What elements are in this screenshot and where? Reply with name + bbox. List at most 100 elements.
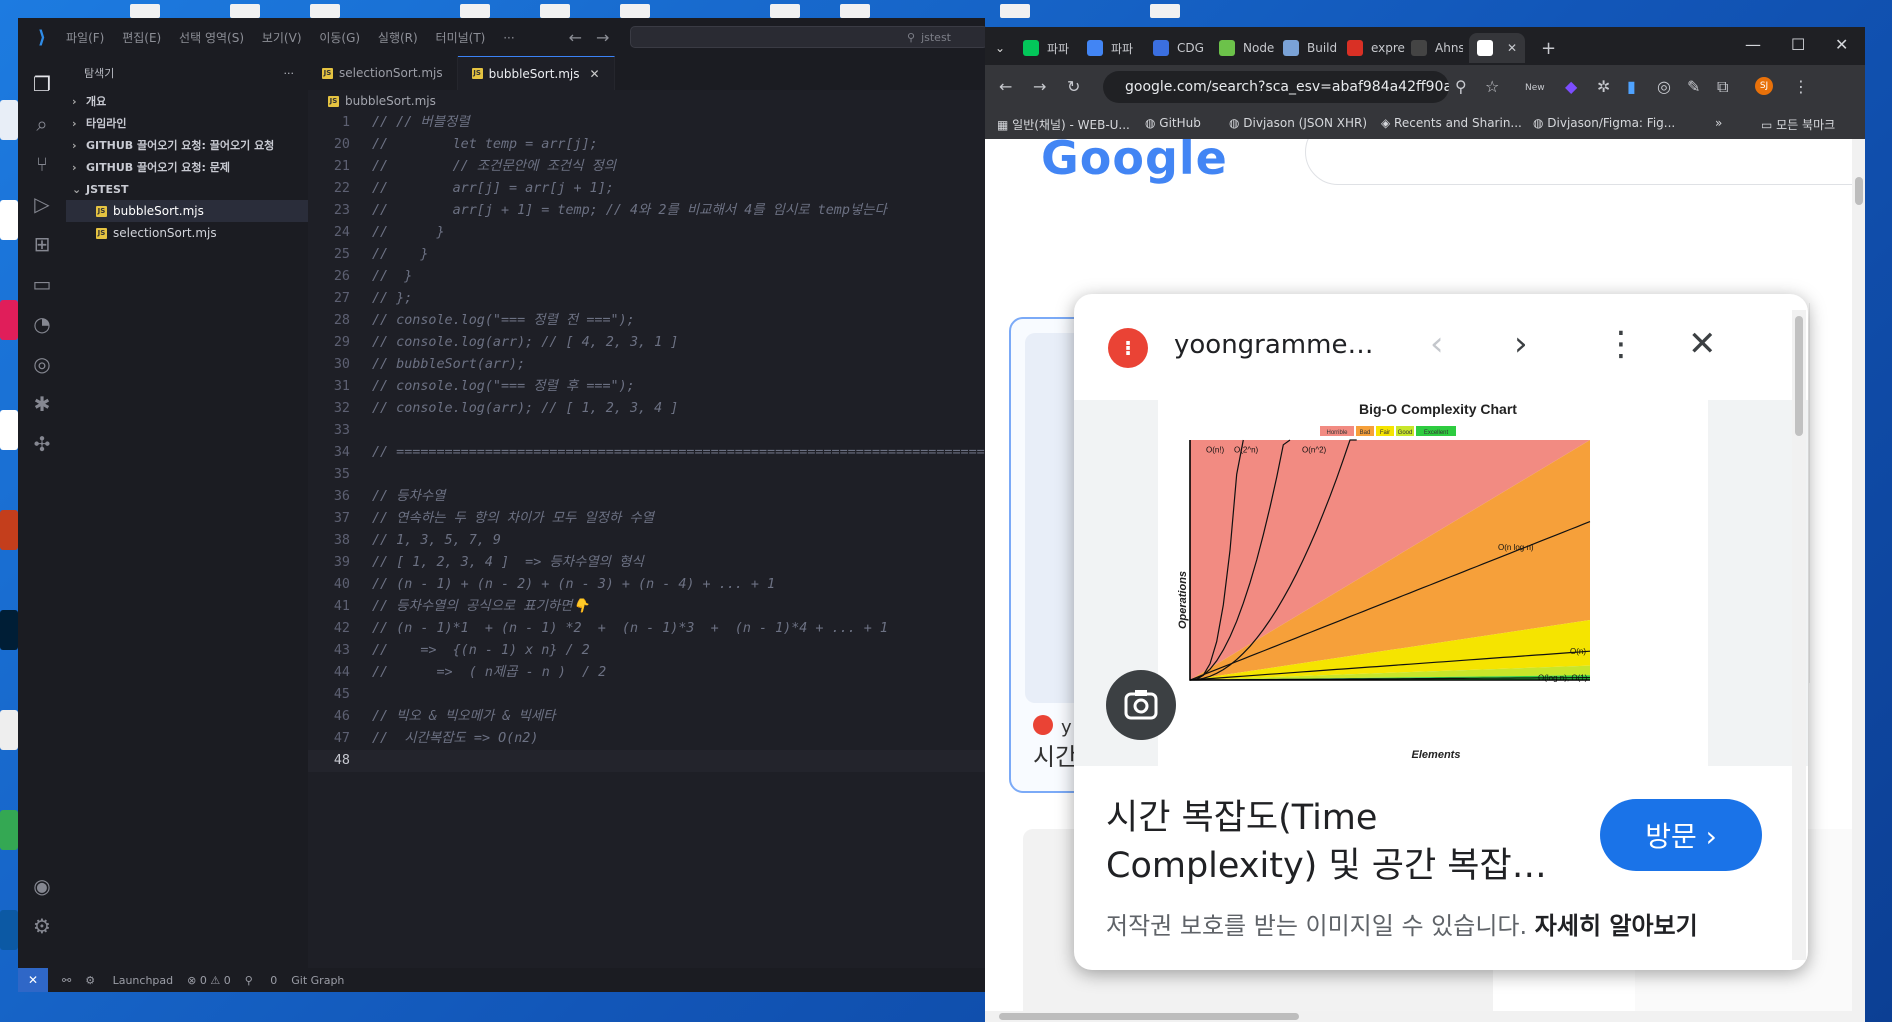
extension-icon[interactable]: ▮ [1627,77,1636,96]
file-item-bubblesort[interactable]: JS bubbleSort.mjs [66,200,308,222]
code-line[interactable]: 41 // 등차수열의 공식으로 표기하면👇 [308,596,985,618]
code-line[interactable]: 42 // (n - 1)*1 + (n - 1) *2 + (n - 1)*3 … [308,618,985,640]
code-line[interactable]: 22 // arr[j] = arr[j + 1]; [308,178,985,200]
close-window-icon[interactable]: ✕ [1835,35,1848,54]
next-image-icon[interactable]: › [1514,324,1528,364]
menu-edit[interactable]: 편집(E) [122,31,161,45]
browser-tab[interactable]: 파파 [1087,33,1147,63]
edge-shortcut-icon[interactable] [0,910,18,950]
code-line[interactable]: 30 // bubbleSort(arr); [308,354,985,376]
menu-selection[interactable]: 선택 영역(S) [179,31,244,45]
explorer-more-button[interactable]: ··· [284,67,295,80]
extension-icon[interactable]: ✎ [1687,77,1700,96]
run-debug-icon[interactable]: ▷ [18,184,66,224]
menu-file[interactable]: 파일(F) [66,31,104,45]
preview-site-name[interactable]: yoongramme… [1174,330,1373,360]
scroll-thumb[interactable] [1855,177,1863,205]
code-line[interactable]: 31 // console.log("=== 정렬 후 ==="); [308,376,985,398]
extra-panel-icon[interactable]: ✣ [18,424,66,464]
desktop-file-icon[interactable] [230,4,260,18]
code-line[interactable]: 46 // 빅오 & 빅오메가 & 빅세타 [308,706,985,728]
more-options-icon[interactable]: ⋮ [1604,324,1638,364]
section-github-pr[interactable]: › GITHUB 끌어오기 요청: 끌어오기 요청 [66,134,308,156]
google-logo[interactable]: Google [1041,139,1228,185]
desktop-shortcut-icon[interactable] [0,710,18,750]
tab-search-button[interactable]: ⌄ [995,33,1017,63]
code-line[interactable]: 37 // 연속하는 두 항의 차이가 모두 일정하 수열 [308,508,985,530]
git-graph-item[interactable]: Git Graph [291,974,344,987]
back-arrow-icon[interactable]: ← [569,28,582,47]
desktop-file-icon[interactable] [460,4,490,18]
back-icon[interactable]: ← [999,77,1012,96]
desktop-shortcut-icon[interactable] [0,200,18,240]
powerpoint-icon[interactable] [0,510,18,550]
extension-icon[interactable]: ✲ [1597,77,1610,96]
desktop-shortcut-icon[interactable] [0,100,18,140]
new-tab-button[interactable]: + [1541,33,1556,63]
code-line[interactable]: 25 // } [308,244,985,266]
section-timeline[interactable]: › 타임라인 [66,112,308,134]
code-line[interactable]: 38 // 1, 3, 5, 7, 9 [308,530,985,552]
browser-tab[interactable]: expre [1347,33,1405,63]
section-outline[interactable]: › 개요 [66,90,308,112]
kebab-menu-icon[interactable]: ⋮ [1793,77,1809,96]
menu-go[interactable]: 이동(G) [319,31,360,45]
code-line[interactable]: 48 [308,750,985,772]
section-github-issues[interactable]: › GITHUB 끌어오기 요청: 문제 [66,156,308,178]
desktop-file-icon[interactable] [130,4,160,18]
tab-selectionsort[interactable]: JS selectionSort.mjs [308,56,458,90]
tab-bubblesort[interactable]: JS bubbleSort.mjs ✕ [457,56,615,90]
page-horizontal-scrollbar[interactable] [985,1011,1852,1022]
browser-tab[interactable]: ✕ [1469,33,1525,63]
code-line[interactable]: 33 [308,420,985,442]
desktop-file-icon[interactable] [840,4,870,18]
bookmarks-overflow-icon[interactable]: » [1715,116,1722,130]
bookmark-item[interactable]: ◍ Divjason (JSON XHR) [1229,116,1367,130]
code-line[interactable]: 23 // arr[j + 1] = temp; // 4와 2를 비교해서 4를… [308,200,985,222]
source-control-icon[interactable]: ⑂ [18,144,66,184]
ports-item[interactable]: ⚲ 0 [245,974,278,987]
bookmark-item[interactable]: ◍ GitHub [1145,116,1201,130]
remote-explorer-icon[interactable]: ▭ [18,264,66,304]
minimize-icon[interactable]: — [1745,35,1761,54]
browser-tab[interactable]: Build [1283,33,1341,63]
reload-icon[interactable]: ↻ [1067,77,1080,96]
big-o-chart-image[interactable]: Big-O Complexity Chart Horrible Bad Fair Go… [1158,400,1708,766]
desktop-file-icon[interactable] [770,4,800,18]
code-line[interactable]: 35 [308,464,985,486]
code-line[interactable]: 44 // => ( n제곱 - n ) / 2 [308,662,985,684]
learn-more-link[interactable]: 자세히 알아보기 [1535,912,1698,940]
extensions-puzzle-icon[interactable]: ⧉ [1717,77,1728,97]
code-line[interactable]: 43 // => {(n - 1) x n} / 2 [308,640,985,662]
bookmark-item[interactable]: ◈ Recents and Sharin... [1381,116,1522,130]
code-line[interactable]: 36 // 등차수열 [308,486,985,508]
all-bookmarks[interactable]: ▭ 모든 북마크 [1761,116,1835,133]
remote-indicator-icon[interactable]: ✕ [18,968,48,992]
address-bar[interactable]: google.com/search?sca_esv=abaf984a42ff90… [1103,71,1449,103]
bookmark-star-icon[interactable]: ☆ [1485,77,1499,96]
command-center[interactable]: ⚲ jstest [630,26,988,48]
figma-icon[interactable]: ✱ [18,384,66,424]
code-line[interactable]: 39 // [ 1, 2, 3, 4 ] => 등차수열의 형식 [308,552,985,574]
code-line[interactable]: 24 // } [308,222,985,244]
preview-title[interactable]: 시간 복잡도(Time Complexity) 및 공간 복잡… [1106,794,1556,890]
extension-icon[interactable]: ◎ [1657,77,1671,96]
menu-more[interactable]: ··· [503,31,514,45]
git-graph-icon[interactable]: ◔ [18,304,66,344]
bookmark-item[interactable]: ▦ 일반(채널) - WEB-U... [997,116,1130,133]
file-item-selectionsort[interactable]: JS selectionSort.mjs [66,222,308,244]
github-icon[interactable]: ◎ [18,344,66,384]
extension-icon[interactable]: ◆ [1565,77,1577,96]
explorer-icon[interactable]: ❐ [18,64,66,104]
photoshop-icon[interactable] [0,610,18,650]
browser-tab[interactable]: 파파 [1023,33,1081,63]
desktop-file-icon[interactable] [310,4,340,18]
problems-item[interactable]: ⊗ 0 ⚠ 0 [187,974,231,987]
chrome-shortcut-icon[interactable] [0,810,18,850]
code-line[interactable]: 45 [308,684,985,706]
browser-tab[interactable]: CDG [1153,33,1213,63]
code-line[interactable]: 40 // (n - 1) + (n - 2) + (n - 3) + (n - … [308,574,985,596]
folder-jstest[interactable]: ⌄ JSTEST [66,178,308,200]
maximize-icon[interactable]: ☐ [1791,35,1805,54]
slack-icon[interactable] [0,300,18,340]
